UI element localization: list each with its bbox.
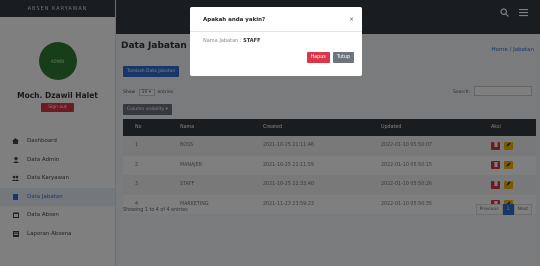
confirm-delete-button[interactable]: Hapus <box>306 52 330 63</box>
modal-divider <box>190 31 362 32</box>
modal-body-label: Nama Jabatan : <box>203 38 242 44</box>
modal-body: Nama Jabatan : STAFF <box>203 38 261 44</box>
modal-close-button[interactable]: Tutup <box>332 52 354 63</box>
modal-title: Apakah anda yakin? <box>203 17 266 23</box>
modal-footer: Hapus Tutup <box>306 52 354 63</box>
delete-confirm-modal: Apakah anda yakin? × Nama Jabatan : STAF… <box>190 7 362 76</box>
modal-body-value: STAFF <box>243 38 261 44</box>
close-icon[interactable]: × <box>349 16 354 23</box>
